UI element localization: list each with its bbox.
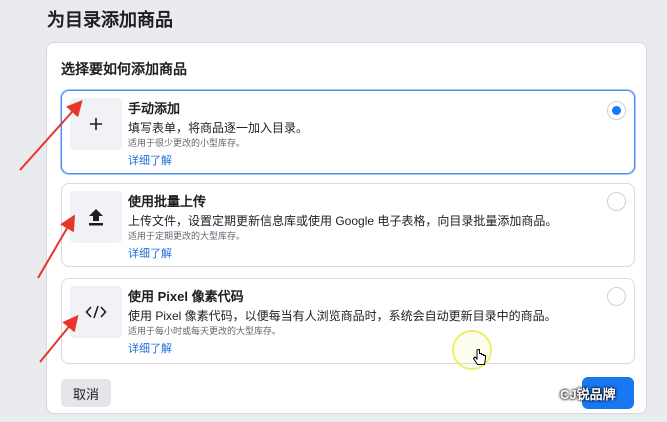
option-pixel-code[interactable]: 使用 Pixel 像素代码 使用 Pixel 像素代码，以便每当有人浏览商品时，… (61, 278, 635, 364)
upload-icon (70, 191, 122, 243)
plus-icon (70, 98, 122, 150)
radio-pixel-code[interactable] (607, 287, 626, 306)
option-title: 使用 Pixel 像素代码 (128, 289, 244, 304)
option-hint: 适用于定期更改的大型库存。 (128, 231, 246, 241)
learn-more-link[interactable]: 详细了解 (128, 340, 172, 356)
learn-more-link[interactable]: 详细了解 (128, 152, 172, 168)
watermark-text: CJ锐品牌 (560, 387, 616, 402)
panel-title: 选择要如何添加商品 (61, 61, 187, 77)
watermark: CJ锐品牌 (538, 384, 616, 403)
option-hint: 适用于每小时或每天更改的大型库存。 (128, 326, 282, 336)
option-title: 手动添加 (128, 101, 181, 116)
add-products-panel: 选择要如何添加商品 手动添加 填写表单，将商品逐一加入目录。 适用于很少更改的小… (46, 42, 647, 414)
option-description: 填写表单，将商品逐一加入目录。 (128, 121, 309, 135)
option-hint: 适用于很少更改的小型库存。 (128, 138, 246, 148)
hand-cursor-icon (473, 349, 486, 365)
option-title: 使用批量上传 (128, 194, 207, 209)
option-manual-add[interactable]: 手动添加 填写表单，将商品逐一加入目录。 适用于很少更改的小型库存。 详细了解 (61, 90, 635, 174)
option-bulk-upload[interactable]: 使用批量上传 上传文件，设置定期更新信息库或使用 Google 电子表格，向目录… (61, 183, 635, 267)
radio-manual-add[interactable] (607, 101, 626, 120)
option-description: 使用 Pixel 像素代码，以便每当有人浏览商品时，系统会自动更新目录中的商品。 (128, 309, 557, 323)
page-title: 为目录添加商品 (47, 10, 173, 30)
code-icon (70, 286, 122, 338)
wechat-icon (538, 386, 556, 401)
cancel-button[interactable]: 取消 (61, 379, 111, 407)
option-description: 上传文件，设置定期更新信息库或使用 Google 电子表格，向目录批量添加商品。 (128, 214, 558, 228)
radio-bulk-upload[interactable] (607, 192, 626, 211)
learn-more-link[interactable]: 详细了解 (128, 245, 172, 261)
